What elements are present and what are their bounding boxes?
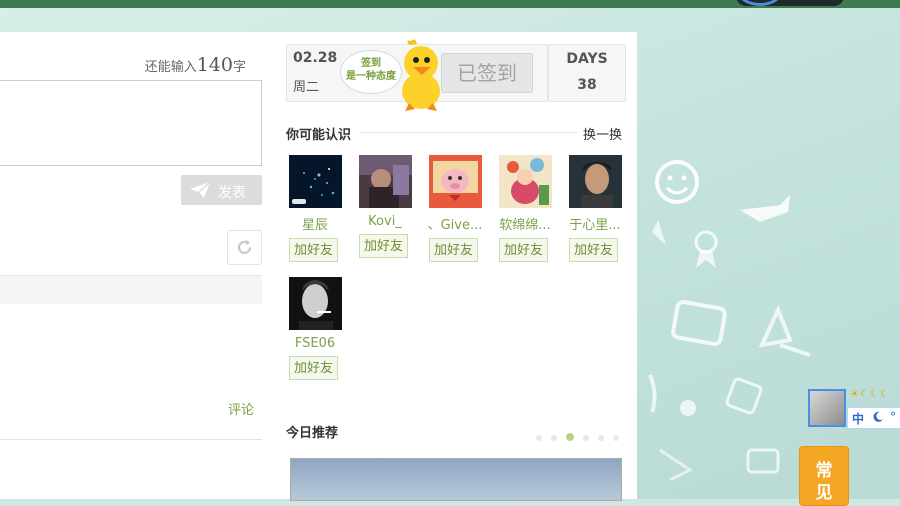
composer-panel: 还能输入140字 发表 评论 [0, 32, 276, 499]
friend-card: FSE06 加好友 [287, 277, 343, 380]
counter-prefix: 还能输入 [144, 60, 197, 75]
feed-tab-strip [0, 276, 262, 304]
friend-card: 于心里... 加好友 [567, 155, 623, 262]
post-button[interactable]: 发表 [181, 175, 262, 205]
floating-avatar[interactable] [808, 389, 846, 427]
avatar-ring [738, 0, 782, 6]
checkin-weekday: 周二 [293, 80, 320, 95]
faq-line-1: 常 [815, 461, 833, 481]
add-friend-button[interactable]: 加好友 [289, 238, 338, 262]
paper-plane-icon [190, 181, 211, 198]
add-friend-button[interactable]: 加好友 [429, 238, 478, 262]
checkin-card: 02.28 周二 签到 是一种态度 已签到 [286, 39, 548, 111]
days-label: DAYS [566, 51, 608, 67]
carousel-dot[interactable] [613, 435, 619, 441]
ime-dot: ° [890, 410, 896, 424]
dim-room-avatar[interactable] [359, 155, 412, 208]
counter-suffix: 字 [232, 60, 246, 75]
young-man-avatar[interactable] [569, 155, 622, 208]
days-value: 38 [577, 77, 597, 93]
comment-link[interactable]: 评论 [228, 399, 254, 418]
bubble-line-1: 签到 [361, 58, 381, 69]
post-textarea[interactable] [0, 80, 262, 166]
post-button-label: 发表 [218, 185, 246, 201]
duck-mascot-icon [402, 39, 440, 111]
refresh-suggestions-link[interactable]: 换一换 [583, 124, 622, 143]
smoking-man-bw-avatar[interactable] [289, 277, 342, 330]
refresh-icon [237, 240, 252, 254]
friend-name[interactable]: 、Give... [427, 214, 483, 233]
moon-icon[interactable] [872, 411, 884, 423]
carousel-dot[interactable] [598, 435, 604, 441]
ime-toolbar[interactable]: 中 ° [847, 407, 900, 429]
counter-number: 140 [196, 54, 233, 76]
add-friend-button[interactable]: 加好友 [289, 356, 338, 380]
faq-line-2: 见 [815, 483, 833, 503]
add-friend-button[interactable]: 加好友 [569, 238, 618, 262]
cartoon-pig-avatar[interactable] [429, 155, 482, 208]
ime-chinese-label[interactable]: 中 [852, 410, 864, 427]
friend-name[interactable]: FSE06 [287, 336, 343, 351]
add-friend-button[interactable]: 加好友 [359, 234, 408, 258]
add-friend-button[interactable]: 加好友 [499, 238, 548, 262]
carousel-dot[interactable] [536, 435, 542, 441]
status-icons: ☀☾☾☾ [850, 389, 890, 400]
people-you-may-know-title: 你可能认识 [286, 128, 352, 143]
user-badge[interactable] [736, 0, 844, 6]
checkin-date: 02.28 [293, 50, 338, 66]
friend-name[interactable]: 于心里... [567, 214, 623, 233]
recommend-banner-image[interactable] [290, 458, 622, 501]
carousel-dot[interactable] [583, 435, 589, 441]
friend-card: 星辰 加好友 [287, 155, 343, 262]
friend-card: 、Give... 加好友 [427, 155, 483, 262]
section-divider [360, 132, 578, 133]
friend-name[interactable]: Kovi_ [357, 214, 413, 229]
bubble-line-2: 是一种态度 [346, 71, 396, 82]
colorful-doll-avatar[interactable] [499, 155, 552, 208]
carousel-dot-active[interactable] [566, 433, 574, 441]
char-counter: 还能输入140字 [145, 54, 246, 76]
refresh-button[interactable] [227, 230, 262, 265]
top-nav-bar [0, 0, 900, 8]
friend-card: Kovi_ 加好友 [357, 155, 413, 258]
today-recommend-title: 今日推荐 [286, 426, 339, 441]
friend-name[interactable]: 软绵绵... [497, 214, 553, 233]
carousel-dots [536, 430, 628, 444]
background-doodles [648, 160, 811, 480]
friend-name[interactable]: 星辰 [287, 214, 343, 233]
divider [0, 439, 262, 440]
signed-in-button[interactable]: 已签到 [441, 53, 533, 93]
right-sidebar: 02.28 周二 签到 是一种态度 已签到 DAYS 38 你可能认识 换一换 [276, 32, 637, 501]
friend-card: 软绵绵... 加好友 [497, 155, 553, 262]
days-counter-card: DAYS 38 [548, 44, 626, 102]
faq-button[interactable]: 常 见 [799, 446, 849, 506]
checkin-speech-bubble: 签到 是一种态度 [340, 50, 402, 94]
carousel-dot[interactable] [551, 435, 557, 441]
starry-night-avatar[interactable] [289, 155, 342, 208]
